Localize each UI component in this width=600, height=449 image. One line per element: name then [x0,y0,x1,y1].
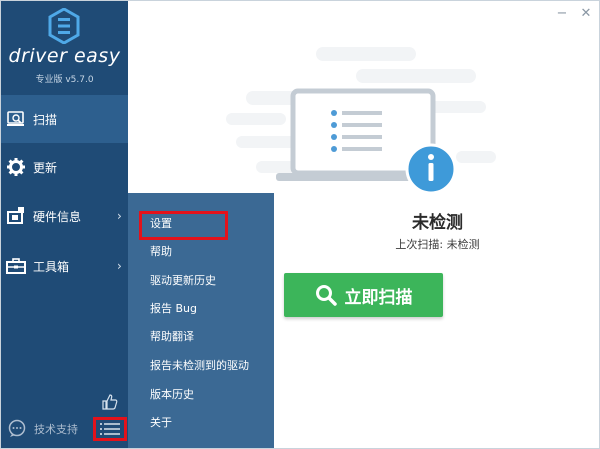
sidebar-item-hardware-info[interactable]: 硬件信息 › [1,192,128,240]
last-scan-text: 上次扫描: 未检测 [395,238,480,251]
sidebar-item-label: 硬件信息 [33,209,82,224]
brand: driver easy 专业版 v5.7.0 [1,1,128,93]
hamburger-menu-icon [100,423,120,435]
thumbs-up-icon[interactable] [101,393,119,411]
brand-version: 专业版 v5.7.0 [35,75,94,85]
sidebar-item-toolbox[interactable]: 工具箱 › [1,242,128,290]
driver-easy-logo-icon [48,8,80,44]
sidebar-item-label: 工具箱 [33,259,70,274]
search-icon [315,285,337,306]
laptop-info-illustration [226,47,496,195]
sidebar-item-scan[interactable]: 扫描 [1,95,128,143]
menu-button[interactable] [93,417,127,441]
chat-bubble-icon [8,419,26,437]
menu-item-about[interactable]: 关于 [150,414,172,430]
tech-support[interactable]: 技术支持 [7,419,78,439]
menu-item-report-bug[interactable]: 报告 Bug [150,300,197,316]
settings-highlight-box [139,211,228,240]
scan-status-title: 未检测 [412,213,463,233]
scan-icon [7,111,24,126]
hardware-info-icon [7,207,24,224]
driver-easy-window: driver easy 专业版 v5.7.0 扫描 更新 硬件信息 › 工具箱 … [0,0,600,449]
sidebar: driver easy 专业版 v5.7.0 扫描 更新 硬件信息 › 工具箱 … [1,1,128,448]
toolbox-icon [6,258,26,274]
menu-item-driver-update-history[interactable]: 驱动更新历史 [150,272,216,288]
brand-name: driver easy [8,45,121,67]
sidebar-item-label: 扫描 [33,112,58,127]
chevron-right-icon: › [117,209,122,223]
gear-icon [7,158,25,176]
scan-now-label: 立即扫描 [344,287,413,308]
menu-item-report-undetected-driver[interactable]: 报告未检测到的驱动 [150,357,249,373]
chevron-right-icon: › [117,259,122,273]
menu-item-help[interactable]: 帮助 [150,243,172,259]
tech-support-label: 技术支持 [34,423,78,436]
minimize-button[interactable]: − [555,7,569,21]
menu-item-version-history[interactable]: 版本历史 [150,386,194,402]
scan-now-button[interactable]: 立即扫描 [284,273,443,317]
menu-item-help-translate[interactable]: 帮助翻译 [150,328,194,344]
sidebar-item-label: 更新 [33,160,58,175]
sidebar-item-update[interactable]: 更新 [1,143,128,191]
close-button[interactable]: ✕ [579,7,593,21]
